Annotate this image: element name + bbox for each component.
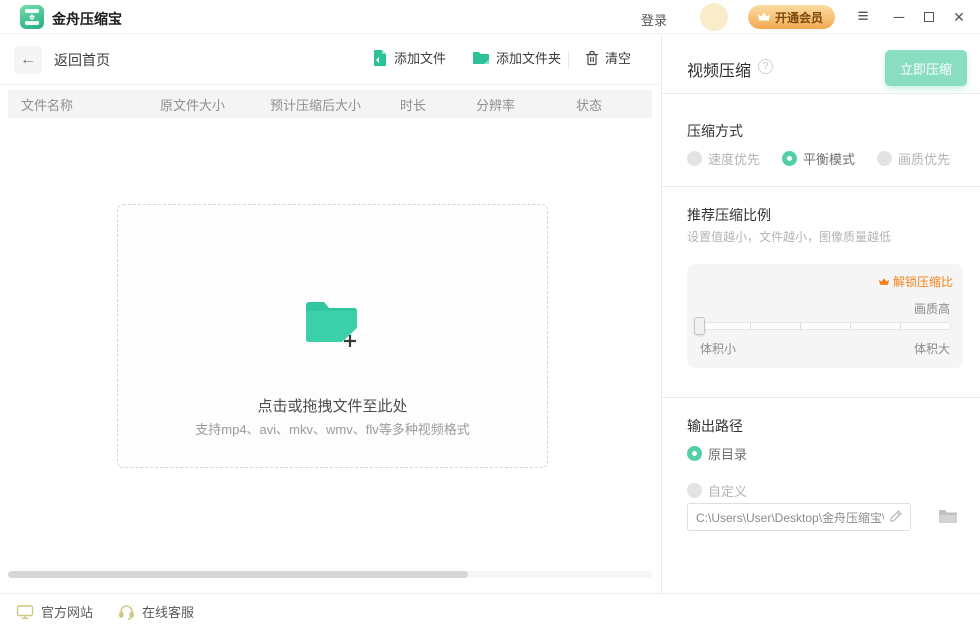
back-arrow-icon: ← [14,46,42,74]
clear-label: 清空 [605,48,631,67]
size-large-label: 体积大 [914,340,950,357]
section-divider [662,397,980,398]
add-file-label: 添加文件 [394,48,446,67]
login-link[interactable]: 登录 [641,10,667,29]
footer-bar: 官方网站 在线客服 [0,593,980,627]
app-window: 金舟压缩宝 登录 开通会员 ≡ ─ ✕ ← 返回首页 [0,0,980,627]
online-support-link[interactable]: 在线客服 [118,602,194,621]
monitor-icon [16,604,34,620]
horizontal-scrollbar-track[interactable] [8,571,652,578]
crown-icon [757,11,771,23]
online-support-label: 在线客服 [142,602,194,621]
settings-panel: 视频压缩 ? 立即压缩 压缩方式 速度优先 平衡模式 画质优先 推荐压缩比例 设… [661,35,980,593]
user-avatar[interactable] [700,3,728,31]
vip-membership-label: 开通会员 [775,9,823,26]
add-folder-button[interactable]: 添加文件夹 [472,48,561,67]
slider-tick [800,323,801,329]
ratio-slider-track[interactable] [699,322,951,330]
column-header-status: 状态 [576,95,646,114]
size-small-label: 体积小 [700,340,736,357]
folder-add-icon [302,297,364,354]
column-header-resolution: 分辨率 [476,95,576,114]
unlock-ratio-label: 解锁压缩比 [893,273,953,290]
help-icon[interactable]: ? [758,59,773,74]
radio-balanced-label: 平衡模式 [803,149,855,168]
radio-icon [687,151,702,166]
minimize-button[interactable]: ─ [884,0,914,34]
slider-tick [850,323,851,329]
slider-tick [900,323,901,329]
edit-path-icon[interactable] [888,508,906,526]
clear-list-button[interactable]: 清空 [585,48,631,67]
column-header-estimated-size: 预计压缩后大小 [270,95,400,114]
horizontal-scrollbar-thumb[interactable] [8,571,468,578]
ratio-section-subtitle: 设置值越小，文件越小，图像质量越低 [687,228,891,245]
ratio-section-title: 推荐压缩比例 [687,205,771,225]
unlock-ratio-link[interactable]: 解锁压缩比 [878,273,953,290]
column-header-duration: 时长 [400,95,476,114]
dropzone-subtitle: 支持mp4、avi、mkv、wmv、flv等多种视频格式 [118,419,547,438]
ratio-slider-handle[interactable] [694,317,705,335]
titlebar: 金舟压缩宝 登录 开通会员 ≡ ─ ✕ [0,0,980,34]
dropzone-title: 点击或拖拽文件至此处 [118,395,547,416]
app-title: 金舟压缩宝 [52,9,122,29]
radio-quality-label: 画质优先 [898,149,950,168]
compress-now-button[interactable]: 立即压缩 [885,50,967,86]
trash-icon [585,50,599,66]
radio-icon [877,151,892,166]
official-website-link[interactable]: 官方网站 [16,602,93,621]
maximize-button[interactable] [914,0,944,34]
column-header-original-size: 原文件大小 [160,95,270,114]
close-button[interactable]: ✕ [944,0,974,34]
radio-original-directory[interactable]: 原目录 [687,444,747,463]
radio-custom-dir-label: 自定义 [708,481,747,500]
section-divider [662,186,980,187]
output-section-title: 输出路径 [687,416,743,436]
radio-icon [782,151,797,166]
quality-high-label: 画质高 [914,300,950,317]
radio-quality-priority[interactable]: 画质优先 [877,149,950,168]
radio-icon [687,483,702,498]
file-dropzone[interactable]: 点击或拖拽文件至此处 支持mp4、avi、mkv、wmv、flv等多种视频格式 [117,204,548,468]
ratio-slider-card: 解锁压缩比 画质高 体积小 体积大 [687,264,963,368]
column-header-filename: 文件名称 [8,95,160,114]
menu-icon[interactable]: ≡ [848,0,878,34]
slider-tick [750,323,751,329]
vip-membership-button[interactable]: 开通会员 [748,5,835,29]
maximize-icon [924,12,934,22]
folder-plus-icon [472,50,490,66]
app-logo-icon [20,5,44,29]
headset-icon [118,604,135,620]
add-folder-label: 添加文件夹 [496,48,561,67]
output-path-input[interactable] [687,503,911,531]
back-home-label: 返回首页 [54,50,110,70]
radio-original-dir-label: 原目录 [708,444,747,463]
official-website-label: 官方网站 [41,602,93,621]
file-table-header: 文件名称 原文件大小 预计压缩后大小 时长 分辨率 状态 [8,90,652,118]
crown-icon [878,277,890,287]
radio-icon [687,446,702,461]
method-section-title: 压缩方式 [687,121,743,141]
radio-speed-label: 速度优先 [708,149,760,168]
open-folder-icon[interactable] [937,507,959,526]
radio-speed-priority[interactable]: 速度优先 [687,149,760,168]
file-plus-icon [372,49,388,67]
section-divider [662,93,980,94]
left-toolbar: ← 返回首页 添加文件 添加文件夹 [0,35,660,85]
back-home-button[interactable]: ← 返回首页 [14,46,110,74]
toolbar-divider [568,51,569,69]
radio-custom-directory[interactable]: 自定义 [687,481,747,500]
add-file-button[interactable]: 添加文件 [372,48,446,67]
panel-title: 视频压缩 [687,57,751,81]
radio-balanced-mode[interactable]: 平衡模式 [782,149,855,168]
